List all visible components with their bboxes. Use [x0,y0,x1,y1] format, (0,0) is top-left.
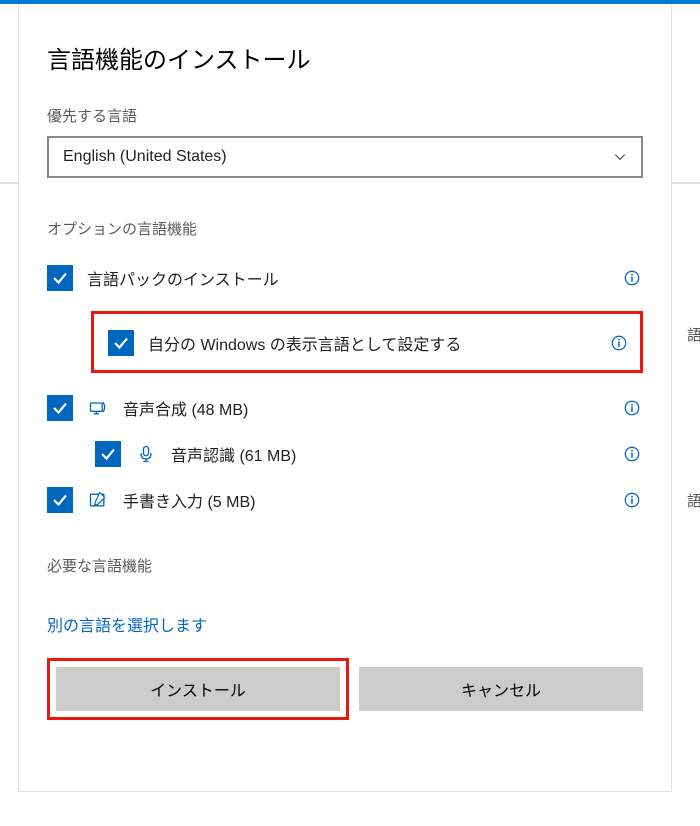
required-features-section: 必要な言語機能 abc 基本の入力 (21 MB) [47,555,643,610]
highlight-install-button: インストール [47,658,349,720]
preferred-language-label: 優先する言語 [47,105,643,126]
info-icon[interactable] [623,445,641,463]
divider [672,182,700,184]
info-icon[interactable] [623,399,641,417]
option-label: 音声認識 (61 MB) [171,442,296,466]
checkbox-language-pack[interactable] [47,265,73,291]
chevron-down-icon [613,150,627,164]
required-basic-typing: abc 基本の入力 (21 MB) [47,604,643,610]
option-speech-recognition: 音声認識 (61 MB) [47,441,643,467]
info-icon[interactable] [610,334,628,352]
required-label: 基本の入力 (21 MB) [89,604,230,610]
option-label: 言語パックのインストール [87,266,279,290]
install-button[interactable]: インストール [56,667,340,711]
dialog-buttons: インストール キャンセル [47,658,643,720]
tts-icon [87,397,109,419]
install-language-dialog: 言語機能のインストール 優先する言語 English (United State… [18,4,672,792]
microphone-icon [135,443,157,465]
divider [0,182,18,184]
handwriting-icon [87,489,109,511]
checkbox-speech-recognition[interactable] [95,441,121,467]
info-icon[interactable] [623,269,641,287]
option-handwriting: 手書き入力 (5 MB) [47,487,643,513]
background-text: 語 [687,490,700,511]
option-label: 手書き入力 (5 MB) [123,488,255,512]
window: 語 語 言語機能のインストール 優先する言語 English (United S… [0,4,700,826]
language-select[interactable]: English (United States) [47,136,643,178]
option-set-display-language: 自分の Windows の表示言語として設定する [104,330,630,356]
cancel-button[interactable]: キャンセル [359,667,643,711]
option-label: 自分の Windows の表示言語として設定する [148,331,461,355]
optional-features-label: オプションの言語機能 [47,218,643,239]
checkbox-set-display-language[interactable] [108,330,134,356]
option-label: 音声合成 (48 MB) [123,396,248,420]
choose-another-language-link[interactable]: 別の言語を選択します [47,612,643,636]
checkbox-handwriting[interactable] [47,487,73,513]
option-language-pack: 言語パックのインストール [47,265,643,291]
highlight-set-display-language: 自分の Windows の表示言語として設定する [91,311,643,373]
dialog-title: 言語機能のインストール [47,40,643,75]
selected-language-value: English (United States) [63,148,227,166]
option-tts: 音声合成 (48 MB) [47,395,643,421]
background-text: 語 [687,324,700,345]
info-icon[interactable] [623,491,641,509]
checkbox-tts[interactable] [47,395,73,421]
required-features-label: 必要な言語機能 [47,555,643,576]
